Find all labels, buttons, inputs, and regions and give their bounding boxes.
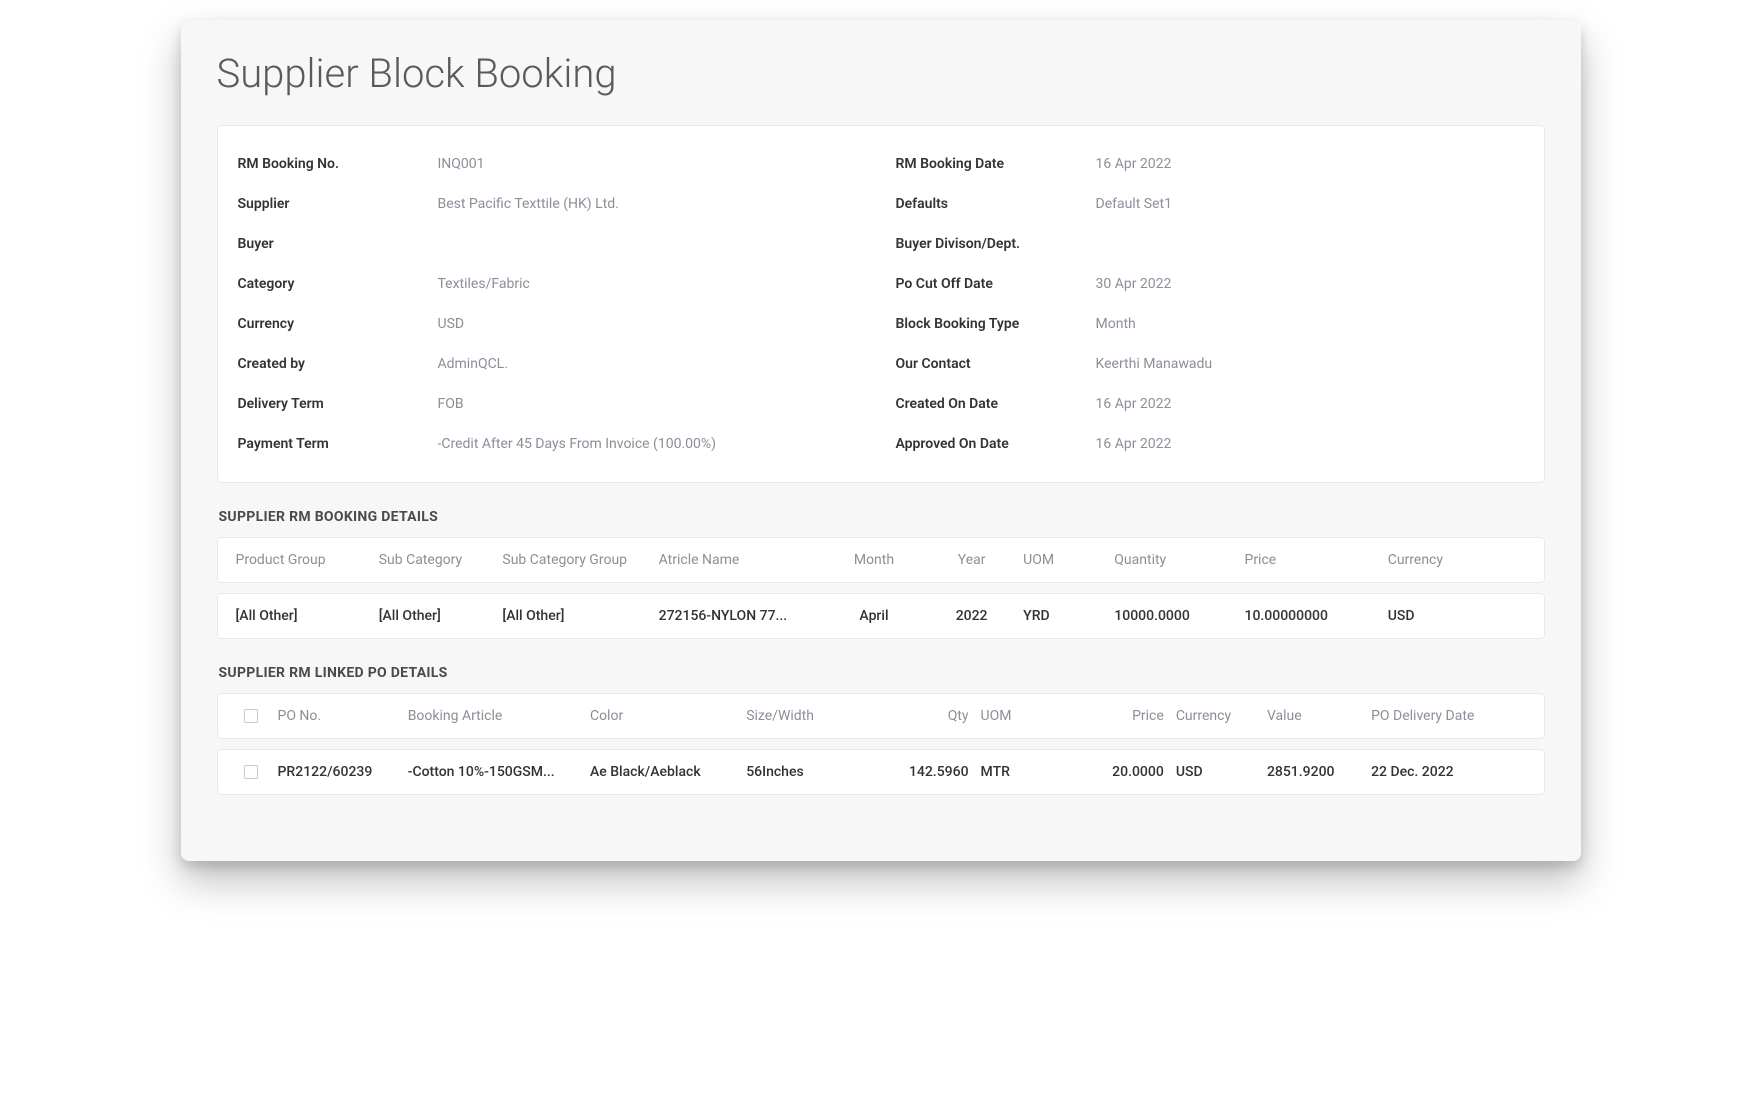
rm-booking-details-table: Product Group Sub Category Sub Category … bbox=[217, 537, 1545, 639]
created-on-date-label: Created On Date bbox=[896, 396, 1096, 412]
td-qty: 142.5960 bbox=[870, 764, 974, 780]
supplier-label: Supplier bbox=[238, 196, 438, 212]
approved-on-date-value: 16 Apr 2022 bbox=[1096, 436, 1524, 452]
approved-on-date-label: Approved On Date bbox=[896, 436, 1096, 452]
td-row-select[interactable] bbox=[230, 765, 272, 779]
currency-label: Currency bbox=[238, 316, 438, 332]
page-container: Supplier Block Booking RM Booking No. IN… bbox=[181, 20, 1581, 861]
th-booking-article: Booking Article bbox=[402, 708, 584, 724]
th-month: Month bbox=[822, 552, 926, 568]
td-po-delivery-date: 22 Dec. 2022 bbox=[1365, 764, 1521, 780]
defaults-label: Defaults bbox=[896, 196, 1096, 212]
rm-booking-date-value: 16 Apr 2022 bbox=[1096, 156, 1524, 172]
our-contact-label: Our Contact bbox=[896, 356, 1096, 372]
th-quantity: Quantity bbox=[1108, 552, 1238, 568]
our-contact-value: Keerthi Manawadu bbox=[1096, 356, 1524, 372]
td-price: 10.00000000 bbox=[1238, 608, 1381, 624]
td-sub-category-group: [All Other] bbox=[496, 608, 652, 624]
rm-booking-no-label: RM Booking No. bbox=[238, 156, 438, 172]
th-currency: Currency bbox=[1382, 552, 1486, 568]
rm-linked-po-table: PO No. Booking Article Color Size/Width … bbox=[217, 693, 1545, 795]
payment-term-label: Payment Term bbox=[238, 436, 438, 452]
td-month: April bbox=[822, 608, 926, 624]
defaults-value: Default Set1 bbox=[1096, 196, 1524, 212]
delivery-term-value: FOB bbox=[438, 396, 866, 412]
th-po-no: PO No. bbox=[272, 708, 402, 724]
payment-term-value: -Credit After 45 Days From Invoice (100.… bbox=[438, 436, 866, 452]
td-product-group: [All Other] bbox=[230, 608, 373, 624]
block-booking-type-value: Month bbox=[1096, 316, 1524, 332]
th-article-name: Atricle Name bbox=[653, 552, 822, 568]
td-po-price: 20.0000 bbox=[1066, 764, 1170, 780]
td-color: Ae Black/Aeblack bbox=[584, 764, 740, 780]
currency-value: USD bbox=[438, 316, 866, 332]
supplier-value: Best Pacific Texttile (HK) Ltd. bbox=[438, 196, 866, 212]
th-sub-category: Sub Category bbox=[373, 552, 497, 568]
th-uom: UOM bbox=[1017, 552, 1108, 568]
td-po-uom: MTR bbox=[975, 764, 1066, 780]
td-quantity: 10000.0000 bbox=[1108, 608, 1238, 624]
po-cut-off-date-value: 30 Apr 2022 bbox=[1096, 276, 1524, 292]
td-size-width: 56Inches bbox=[740, 764, 870, 780]
created-on-date-value: 16 Apr 2022 bbox=[1096, 396, 1524, 412]
rm-booking-no-value: INQ001 bbox=[438, 156, 866, 172]
th-product-group: Product Group bbox=[230, 552, 373, 568]
td-po-currency: USD bbox=[1170, 764, 1261, 780]
th-color: Color bbox=[584, 708, 740, 724]
booking-table-header: Product Group Sub Category Sub Category … bbox=[217, 537, 1545, 583]
td-article-name: 272156-NYLON 77... bbox=[653, 608, 822, 624]
th-year: Year bbox=[926, 552, 1017, 568]
category-value: Textiles/Fabric bbox=[438, 276, 866, 292]
created-by-label: Created by bbox=[238, 356, 438, 372]
th-select-all[interactable] bbox=[230, 709, 272, 723]
td-value: 2851.9200 bbox=[1261, 764, 1365, 780]
booking-summary-card: RM Booking No. INQ001 Supplier Best Paci… bbox=[217, 125, 1545, 483]
checkbox-icon[interactable] bbox=[244, 709, 258, 723]
th-po-currency: Currency bbox=[1170, 708, 1261, 724]
buyer-division-label: Buyer Divison/Dept. bbox=[896, 236, 1096, 252]
th-value: Value bbox=[1261, 708, 1365, 724]
td-year: 2022 bbox=[926, 608, 1017, 624]
th-qty: Qty bbox=[870, 708, 974, 724]
po-cut-off-date-label: Po Cut Off Date bbox=[896, 276, 1096, 292]
th-po-delivery-date: PO Delivery Date bbox=[1365, 708, 1521, 724]
th-price: Price bbox=[1238, 552, 1381, 568]
summary-left-col: RM Booking No. INQ001 Supplier Best Paci… bbox=[238, 144, 866, 464]
checkbox-icon[interactable] bbox=[244, 765, 258, 779]
td-currency: USD bbox=[1382, 608, 1486, 624]
created-by-value: AdminQCL. bbox=[438, 356, 866, 372]
td-sub-category: [All Other] bbox=[373, 608, 497, 624]
th-po-uom: UOM bbox=[975, 708, 1066, 724]
page-title: Supplier Block Booking bbox=[217, 50, 1545, 97]
td-uom: YRD bbox=[1017, 608, 1108, 624]
delivery-term-label: Delivery Term bbox=[238, 396, 438, 412]
th-sub-category-group: Sub Category Group bbox=[496, 552, 652, 568]
td-po-no: PR2122/60239 bbox=[272, 764, 402, 780]
td-booking-article: -Cotton 10%-150GSM... bbox=[402, 764, 584, 780]
category-label: Category bbox=[238, 276, 438, 292]
th-po-price: Price bbox=[1066, 708, 1170, 724]
summary-right-col: RM Booking Date 16 Apr 2022 Defaults Def… bbox=[896, 144, 1524, 464]
buyer-label: Buyer bbox=[238, 236, 438, 252]
block-booking-type-label: Block Booking Type bbox=[896, 316, 1096, 332]
th-size-width: Size/Width bbox=[740, 708, 870, 724]
rm-booking-date-label: RM Booking Date bbox=[896, 156, 1096, 172]
po-table-header: PO No. Booking Article Color Size/Width … bbox=[217, 693, 1545, 739]
booking-table-row[interactable]: [All Other] [All Other] [All Other] 2721… bbox=[217, 593, 1545, 639]
po-table-row[interactable]: PR2122/60239 -Cotton 10%-150GSM... Ae Bl… bbox=[217, 749, 1545, 795]
rm-linked-po-heading: SUPPLIER RM LINKED PO DETAILS bbox=[219, 665, 1545, 681]
rm-booking-details-heading: SUPPLIER RM BOOKING DETAILS bbox=[219, 509, 1545, 525]
